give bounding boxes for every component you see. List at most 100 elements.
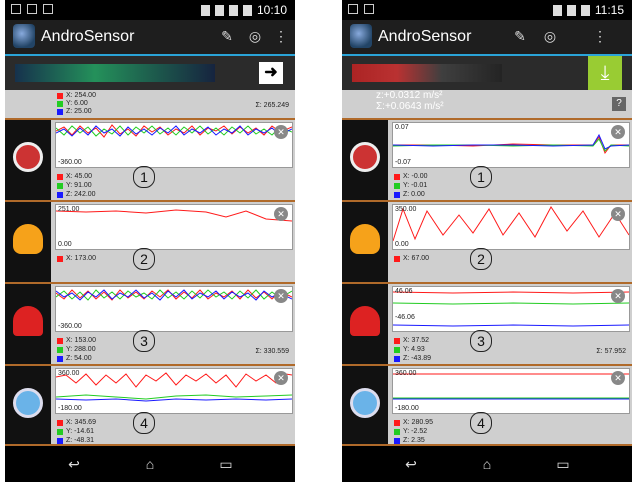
wrench-icon[interactable]: ✎ <box>510 28 530 46</box>
check-notification-icon <box>364 4 374 14</box>
close-icon[interactable]: ✕ <box>611 289 625 303</box>
close-icon[interactable]: ✕ <box>611 125 625 139</box>
ad-banner[interactable]: ➜ <box>5 56 295 90</box>
legend-z: Z: -48.31 <box>66 437 95 444</box>
icon-cell <box>342 284 388 364</box>
close-icon[interactable]: ✕ <box>274 125 288 139</box>
sensor-row-compass[interactable]: 360.00 -180.00 ✕ 4 X: 345.69 Y: -14.61 Z… <box>5 366 295 446</box>
magnet-icon <box>13 306 43 336</box>
legend: X: 173.00 <box>57 254 96 263</box>
home-icon[interactable]: ⌂ <box>139 456 161 472</box>
legend-x: X: 153.00 <box>66 337 96 344</box>
back-icon[interactable]: ↩ <box>63 456 85 472</box>
overflow-menu-icon[interactable]: ⋮ <box>590 28 610 46</box>
graph-plot: 350.00 0.00 ✕ <box>392 204 630 250</box>
help-icon[interactable]: ? <box>612 97 626 111</box>
recent-apps-icon[interactable]: ▭ <box>215 456 237 472</box>
orientation-icon <box>13 142 43 172</box>
sigma-value: Σ: 330.559 <box>255 348 289 355</box>
app-bar: AndroSensor ✎ ◎ ⋮ <box>5 20 295 56</box>
home-icon[interactable]: ⌂ <box>476 456 498 472</box>
status-time: 10:10 <box>256 3 287 17</box>
legend-z: Z: 54.00 <box>66 355 92 362</box>
download-icon[interactable]: ⤓ <box>588 56 622 90</box>
annotation-number: 1 <box>133 166 155 188</box>
nav-bar: ↩ ⌂ ▭ <box>5 446 295 482</box>
icon-cell <box>5 366 51 444</box>
legend-x: X: 280.95 <box>403 419 433 426</box>
battery-icon <box>580 4 590 16</box>
y-max-label: 251.00 <box>58 206 80 213</box>
orientation-icon <box>350 142 380 172</box>
legend-y: Y: -2.52 <box>403 428 428 435</box>
ad-image <box>352 64 502 82</box>
y-min-label: -180.00 <box>58 405 82 412</box>
arrow-right-icon[interactable]: ➜ <box>259 62 283 84</box>
acc-sigma: Σ:+0.0643 m/s² <box>376 101 444 112</box>
check-notification-icon <box>43 4 53 14</box>
legend: X: 280.95 Y: -2.52 Z: 2.35 <box>394 418 433 445</box>
legend-x: X: 254.00 <box>66 92 96 99</box>
annotation-number: 4 <box>470 412 492 434</box>
magnet-icon <box>350 306 380 336</box>
sigma-value: Σ: 57.952 <box>596 348 626 355</box>
sensor-row-magnetic[interactable]: -360.00 ✕ 3 X: 153.00 Y: 288.00 Z: 54.00… <box>5 284 295 366</box>
close-icon[interactable]: ✕ <box>611 207 625 221</box>
graph-svg <box>56 289 292 301</box>
annotation-number: 3 <box>470 330 492 352</box>
app-title: AndroSensor <box>41 28 135 45</box>
recent-apps-icon[interactable]: ▭ <box>552 456 574 472</box>
legend-x: X: 173.00 <box>66 255 96 262</box>
status-bar: 10:10 <box>5 0 295 20</box>
graph-plot: -360.00 ✕ <box>55 122 293 168</box>
app-logo-icon <box>13 24 35 48</box>
sensor-row-light[interactable]: 251.00 0.00 ✕ 2 X: 173.00 <box>5 202 295 284</box>
legend: X: 67.00 <box>394 254 429 263</box>
legend: X: -0.00 Y: -0.01 Z: 0.00 <box>394 172 428 199</box>
dropdown-icon[interactable]: ◎ <box>245 28 265 46</box>
light-bulb-icon <box>350 224 380 254</box>
close-icon[interactable]: ✕ <box>274 289 288 303</box>
battery-icon <box>242 4 252 16</box>
legend-y: Y: -14.61 <box>66 428 95 435</box>
location-icon <box>200 4 210 16</box>
legend-z: Z: 0.00 <box>403 191 425 198</box>
close-icon[interactable]: ✕ <box>274 371 288 385</box>
graph-svg <box>393 206 629 242</box>
icon-cell <box>5 202 51 282</box>
graph-plot: 360.00 -180.00 ✕ <box>392 368 630 414</box>
sensor-row-compass[interactable]: 360.00 -180.00 ✕ 4 X: 280.95 Y: -2.52 Z:… <box>342 366 632 446</box>
status-time: 11:15 <box>594 3 624 17</box>
accelerometer-panel: X: 254.00 Y: 6.00 Z: 25.00 Σ: 265.249 <box>5 90 295 120</box>
wifi-icon <box>228 4 238 16</box>
acc-values: z:+0.0312 m/s² Σ:+0.0643 m/s² <box>376 90 444 112</box>
sensor-row-light[interactable]: 350.00 0.00 ✕ 2 X: 67.00 <box>342 202 632 284</box>
wifi-icon <box>566 4 576 16</box>
sensor-row-orientation[interactable]: -360.00 ✕ 1 X: 45.00 Y: 91.00 Z: 242.00 <box>5 120 295 202</box>
y-min-label: 0.00 <box>395 241 409 248</box>
legend-z: Z: -43.89 <box>403 355 432 362</box>
icon-cell <box>342 366 388 444</box>
y-min-label: -0.07 <box>395 159 411 166</box>
sensor-row-magnetic[interactable]: 46.06 -46.06 ✕ 3 X: 37.52 Y: 4.93 Z: -43… <box>342 284 632 366</box>
ad-banner[interactable]: ⤓ <box>342 56 632 90</box>
wrench-icon[interactable]: ✎ <box>217 28 237 46</box>
legend-y: Y: -0.01 <box>403 182 428 189</box>
annotation-number: 4 <box>133 412 155 434</box>
legend-z: Z: 242.00 <box>66 191 96 198</box>
dropdown-icon[interactable]: ◎ <box>540 28 560 46</box>
close-icon[interactable]: ✕ <box>611 371 625 385</box>
close-icon[interactable]: ✕ <box>274 207 288 221</box>
graph-svg <box>56 124 292 138</box>
legend-y: Y: 91.00 <box>66 182 92 189</box>
legend-x: X: 37.52 <box>403 337 430 344</box>
y-min-label: 0.00 <box>58 241 72 248</box>
y-max-label: 0.07 <box>395 124 409 131</box>
overflow-menu-icon[interactable]: ⋮ <box>271 28 291 46</box>
sensor-row-orientation[interactable]: 0.07 -0.07 ✕ 1 X: -0.00 Y: -0.01 Z: 0.00 <box>342 120 632 202</box>
sigma-value: Σ: 265.249 <box>255 102 289 109</box>
back-icon[interactable]: ↩ <box>400 456 422 472</box>
graph-plot: 46.06 -46.06 ✕ <box>392 286 630 332</box>
compass-icon <box>350 388 380 418</box>
nav-bar: ↩ ⌂ ▭ <box>342 446 632 482</box>
